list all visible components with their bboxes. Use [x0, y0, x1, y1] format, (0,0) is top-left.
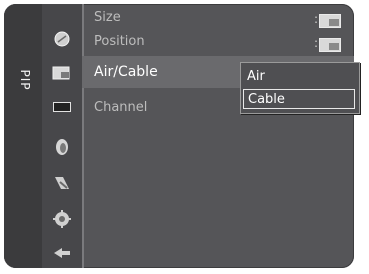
menu-category-tab: PIP: [4, 4, 42, 268]
picture-icon[interactable]: [50, 28, 74, 50]
return-icon[interactable]: [50, 242, 74, 264]
channel-icon[interactable]: [50, 96, 74, 118]
size-label[interactable]: Size: [94, 10, 121, 25]
position-colon: :: [314, 36, 319, 50]
input-icon[interactable]: [50, 172, 74, 194]
setup-icon[interactable]: [50, 136, 74, 158]
air-cable-dropdown[interactable]: Air Cable: [240, 62, 360, 114]
tv-osd-menu: PIP Size : Position : Air/Cable Channel: [4, 4, 354, 268]
size-colon: :: [314, 12, 319, 26]
channel-label[interactable]: Channel: [94, 100, 147, 115]
size-value-icon[interactable]: [319, 14, 341, 28]
pip-tab-label: PIP: [18, 69, 32, 91]
menu-icon-column: [42, 4, 82, 268]
sound-icon[interactable]: [50, 62, 74, 84]
position-value-icon[interactable]: [319, 38, 341, 52]
position-label[interactable]: Position: [94, 34, 145, 49]
option-cable[interactable]: Cable: [243, 89, 355, 109]
pip-settings-list: Size : Position : Air/Cable : Channel :: [84, 4, 354, 268]
air-cable-label[interactable]: Air/Cable: [94, 64, 158, 80]
option-air[interactable]: Air: [243, 67, 355, 87]
settings-icon[interactable]: [50, 208, 74, 230]
